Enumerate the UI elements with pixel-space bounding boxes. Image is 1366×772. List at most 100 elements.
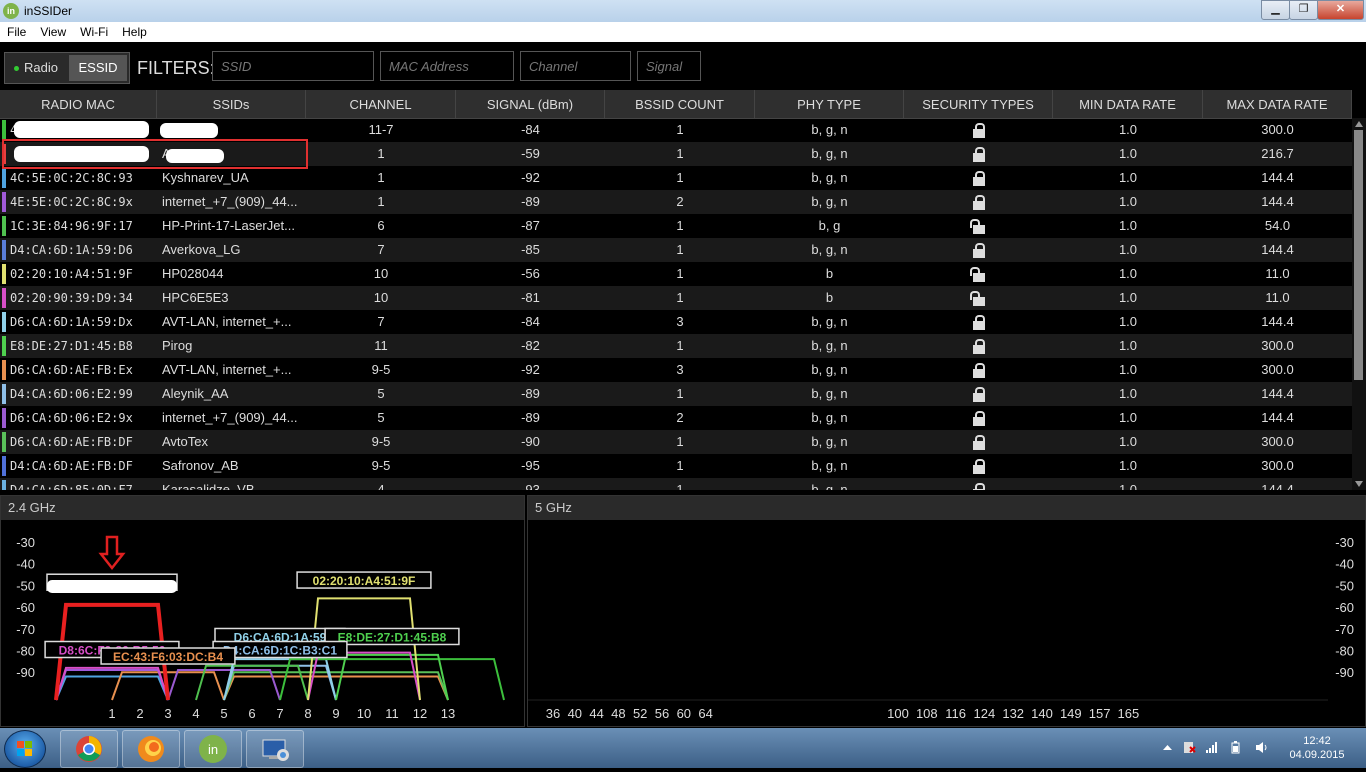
column-max-data-rate[interactable]: MAX DATA RATE [1203,90,1352,118]
x-tick-label: 52 [633,706,647,721]
cell-mac: 4E:5E:0C:2C:8C:9x [10,195,133,209]
menu-file[interactable]: File [0,22,33,39]
column-phy-type[interactable]: PHY TYPE [755,90,904,118]
scroll-thumb[interactable] [1354,130,1363,380]
menu-view[interactable]: View [33,22,73,39]
column-security-types[interactable]: SECURITY TYPES [904,90,1053,118]
column-channel[interactable]: CHANNEL [306,90,456,118]
table-row[interactable]: D6:CA:6D:AE:FB:DF AvtoTex 9-5 -90 1 b, g, n 1.… [0,430,1352,454]
taskbar-inssider[interactable]: in [184,730,242,768]
cell-min: 1.0 [1118,362,1138,377]
table-row[interactable]: 4C:5E:0C:2C:8C:93 Kyshnarev_UA 1 -92 1 b, g, … [0,166,1352,190]
cell-channel: 11-7 [368,122,394,137]
table-scrollbar[interactable] [1352,118,1366,490]
cell-signal: -89 [521,410,540,425]
taskbar-network[interactable] [246,730,304,768]
windows-logo-icon [17,741,33,757]
cell-min: 1.0 [1118,482,1138,490]
cell-bssid: 1 [676,386,684,401]
show-hidden-icons-icon[interactable] [1161,741,1174,754]
taskbar-clock[interactable]: 12:42 04.09.2015 [1287,734,1347,762]
cell-ssid: Safronov_AB [162,458,239,473]
cell-channel: 7 [377,314,385,329]
menu-wifi[interactable]: Wi-Fi [73,22,115,39]
cell-bssid: 1 [676,338,684,353]
wifi-signal-icon[interactable] [1205,741,1218,754]
table-row[interactable]: D6:CA:6D:06:E2:9x internet_+7_(909)_44...… [0,406,1352,430]
essid-mode-button[interactable]: ESSID [69,55,127,81]
menu-help[interactable]: Help [115,22,154,39]
system-tray: 12:42 04.09.2015 [1155,728,1366,768]
cell-signal: -89 [521,194,540,209]
cell-max: 216.7 [1261,146,1294,161]
table-row[interactable]: D6:CA:6D:1A:59:Dx AVT-LAN, internet_+... 7… [0,310,1352,334]
cell-signal: -59 [521,146,540,161]
table-row[interactable]: 02:20:10:A4:51:9F HP028044 10 -56 1 b 1.0 11.0 [0,262,1352,286]
close-button[interactable]: ✕ [1317,0,1364,20]
y-tick-label: -40 [16,557,35,572]
cell-ssid: Kyshnarev_UA [162,170,249,185]
cell-signal: -87 [521,218,540,233]
battery-icon[interactable] [1229,741,1242,754]
minimize-button[interactable]: ▁ [1261,0,1290,20]
channel-filter-input[interactable] [520,51,631,81]
cell-phy: b, g, n [811,458,848,473]
lock-icon [972,339,985,355]
action-center-icon[interactable] [1183,741,1196,754]
mac-filter-input[interactable] [380,51,514,81]
x-tick-label: 12 [413,706,427,721]
graph-24ghz-label: 2.4 GHz [1,496,524,520]
cell-channel: 9-5 [371,434,391,449]
column-min-data-rate[interactable]: MIN DATA RATE [1053,90,1203,118]
start-button[interactable] [4,730,46,768]
table-row[interactable]: D4:CA:6D:AE:FB:DF Safronov_AB 9-5 -95 1 b, g,… [0,454,1352,478]
column-signal[interactable]: SIGNAL (dBm) [456,90,605,118]
y-tick-label: -80 [1335,644,1354,659]
table-row[interactable]: E8:DE:27:D1:45:B8 Pirog 11 -82 1 b, g, n 1.0 30… [0,334,1352,358]
network-icon [262,739,289,761]
cell-min: 1.0 [1118,386,1138,401]
y-tick-label: -30 [1335,535,1354,550]
cell-ssid: internet_+7_(909)_44... [162,410,298,425]
table-row[interactable]: 02:20:90:39:D9:34 HPC6E5E3 10 -81 1 b 1.0 11.0 [0,286,1352,310]
x-tick-label: 2 [136,706,143,721]
scroll-down-icon[interactable] [1355,481,1363,487]
table-row[interactable]: D6:CA:6D:AE:FB:Ex AVT-LAN, internet_+... 9… [0,358,1352,382]
table-row[interactable]: D4:CA:6D:85:0D:F7 Karasalidze_VB 4 -93 1 b, g… [0,478,1352,490]
column-bssid-count[interactable]: BSSID COUNT [605,90,755,118]
x-tick-label: 116 [945,706,966,721]
taskbar-chrome[interactable] [60,730,118,768]
cell-ssid: Pirog [162,338,193,353]
cell-max: 144.4 [1261,242,1294,257]
column-radio-mac[interactable]: RADIO MAC [0,90,157,118]
column-ssids[interactable]: SSIDs [157,90,306,118]
table-row[interactable]: 1C:3E:84:96:9F:17 HP-Print-17-LaserJet...… [0,214,1352,238]
cell-phy: b, g, n [811,194,848,209]
taskbar-firefox[interactable] [122,730,180,768]
maximize-button[interactable]: ❐ [1289,0,1318,20]
cell-min: 1.0 [1118,218,1138,233]
lock-icon [972,123,985,139]
volume-icon[interactable] [1255,741,1268,754]
cell-max: 11.0 [1265,290,1290,305]
ssid-filter-input[interactable] [212,51,374,81]
active-dot-icon [14,66,20,72]
x-tick-label: 5 [220,706,227,721]
signal-filter-input[interactable] [637,51,701,81]
radio-mode-button[interactable]: Radio [5,53,67,83]
cell-max: 300.0 [1261,458,1294,473]
cell-security [904,430,1053,454]
title-bar: in inSSIDer ▁ ❐ ✕ [0,0,1366,22]
table-row[interactable]: 4E:5E:0C:2C:8C:9x internet_+7_(909)_44...… [0,190,1352,214]
table-row[interactable]: D4:CA:6D:1A:59:D6 Averkova_LG 7 -85 1 b, g, n… [0,238,1352,262]
cell-security [904,166,1053,190]
cell-signal: -85 [521,242,540,257]
cell-signal: -81 [521,290,540,305]
table-row[interactable]: D4:CA:6D:06:E2:99 Aleynik_AA 5 -89 1 b, g, n 1… [0,382,1352,406]
cell-ssid: HP028044 [162,266,224,281]
lock-icon [972,147,985,163]
cell-bssid: 1 [676,290,684,305]
cell-max: 300.0 [1261,338,1294,353]
x-tick-label: 108 [916,706,938,721]
scroll-up-icon[interactable] [1355,121,1363,127]
